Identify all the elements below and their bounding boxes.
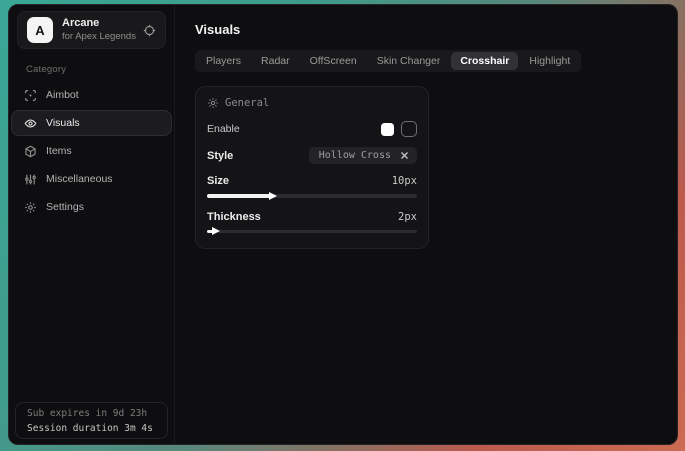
page-title: Visuals: [195, 22, 677, 37]
sidebar-item-label: Miscellaneous: [46, 173, 113, 185]
sidebar-item-miscellaneous[interactable]: Miscellaneous: [11, 166, 172, 192]
category-label: Category: [26, 64, 174, 75]
app-window: A Arcane for Apex Legends Category: [8, 4, 678, 445]
tab-radar[interactable]: Radar: [252, 52, 299, 70]
enable-label: Enable: [207, 123, 240, 135]
gear-icon: [24, 201, 37, 214]
target-icon[interactable]: [143, 24, 156, 37]
cube-icon: [24, 145, 37, 158]
size-slider[interactable]: [207, 194, 417, 198]
session-duration-text: Session duration 3m 4s: [27, 422, 156, 437]
style-row: Style Hollow Cross: [207, 147, 417, 164]
sidebar-item-visuals[interactable]: Visuals: [11, 110, 172, 136]
tab-players[interactable]: Players: [197, 52, 250, 70]
tab-skin-changer[interactable]: Skin Changer: [368, 52, 450, 70]
size-row: Size 10px: [207, 175, 417, 187]
general-panel: General Enable Style Hollow Cross: [195, 86, 429, 249]
enable-checkbox[interactable]: [401, 121, 417, 137]
thickness-row: Thickness 2px: [207, 211, 417, 223]
sliders-icon: [24, 173, 37, 186]
sidebar: A Arcane for Apex Legends Category: [9, 5, 175, 444]
main-content: Visuals Players Radar OffScreen Skin Cha…: [175, 5, 677, 444]
sidebar-nav: Aimbot Visuals: [9, 82, 174, 220]
style-value: Hollow Cross: [319, 150, 391, 161]
panel-title: General: [225, 97, 269, 109]
sidebar-item-items[interactable]: Items: [11, 138, 172, 164]
sidebar-item-aimbot[interactable]: Aimbot: [11, 82, 172, 108]
size-label: Size: [207, 175, 229, 187]
enable-row: Enable: [207, 120, 417, 138]
sub-expiry-text: Sub expires in 9d 23h: [27, 407, 156, 422]
size-slider-fill: [207, 194, 272, 198]
thickness-slider[interactable]: [207, 230, 417, 234]
color-swatch[interactable]: [381, 123, 394, 136]
style-label: Style: [207, 150, 233, 162]
panel-header: General: [207, 97, 417, 109]
tab-offscreen[interactable]: OffScreen: [301, 52, 366, 70]
eye-icon: [24, 117, 37, 130]
size-value: 10px: [392, 175, 417, 187]
desktop-background: A Arcane for Apex Legends Category: [0, 0, 685, 451]
sidebar-item-label: Aimbot: [46, 89, 79, 101]
thickness-label: Thickness: [207, 211, 261, 223]
tab-highlight[interactable]: Highlight: [520, 52, 579, 70]
crosshair-frame-icon: [24, 89, 37, 102]
gear-icon: [207, 97, 219, 109]
x-icon[interactable]: [400, 151, 409, 160]
app-subtitle: for Apex Legends: [62, 31, 136, 43]
sidebar-item-label: Items: [46, 145, 72, 157]
sidebar-item-settings[interactable]: Settings: [11, 194, 172, 220]
app-header-text: Arcane for Apex Legends: [62, 17, 136, 43]
app-header-card: A Arcane for Apex Legends: [17, 11, 166, 49]
tab-bar: Players Radar OffScreen Skin Changer Cro…: [195, 50, 581, 72]
sidebar-item-label: Visuals: [46, 117, 80, 129]
subscription-info-card: Sub expires in 9d 23h Session duration 3…: [15, 402, 168, 439]
size-slider-thumb[interactable]: [269, 192, 277, 200]
app-name: Arcane: [62, 17, 136, 31]
enable-controls: [381, 121, 417, 137]
thickness-value: 2px: [398, 211, 417, 223]
tab-crosshair[interactable]: Crosshair: [451, 52, 518, 70]
thickness-slider-thumb[interactable]: [212, 227, 220, 235]
style-select[interactable]: Hollow Cross: [309, 147, 417, 164]
app-logo: A: [27, 17, 53, 43]
sidebar-item-label: Settings: [46, 201, 84, 213]
